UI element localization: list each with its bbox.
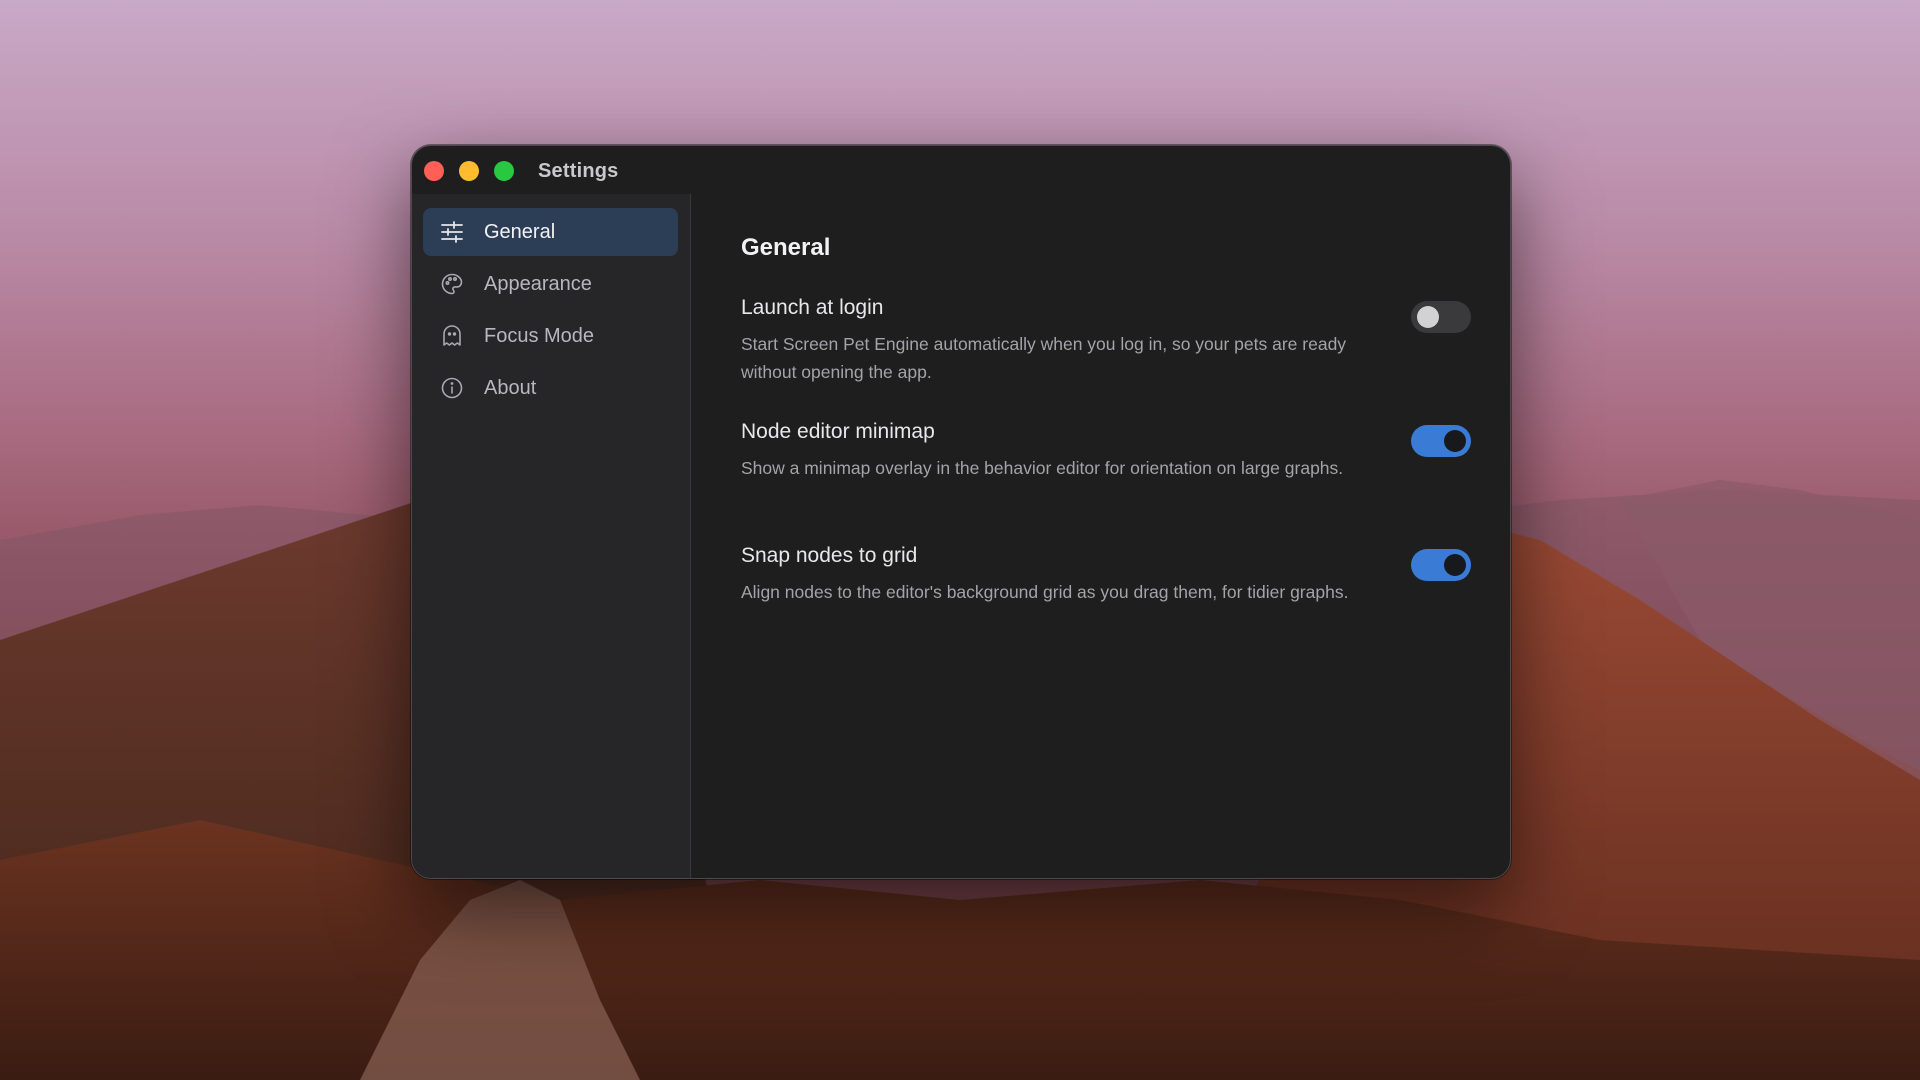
- toggle-knob: [1417, 306, 1439, 328]
- settings-content: General Launch at login Start Screen Pet…: [691, 194, 1510, 878]
- setting-description: Show a minimap overlay in the behavior e…: [741, 458, 1344, 478]
- setting-snap-nodes-to-grid: Snap nodes to grid Align nodes to the ed…: [741, 544, 1471, 644]
- page-title: General: [741, 234, 831, 261]
- setting-description: Align nodes to the editor's background g…: [741, 582, 1349, 602]
- setting-title: Snap nodes to grid: [741, 544, 918, 567]
- setting-launch-at-login: Launch at login Start Screen Pet Engine …: [741, 296, 1471, 396]
- toggle-knob: [1444, 430, 1466, 452]
- sidebar-item-general[interactable]: General: [423, 208, 678, 256]
- sidebar-item-label: Focus Mode: [484, 325, 595, 347]
- title-bar[interactable]: Settings: [412, 146, 1510, 194]
- sidebar: General Appearance Focus Mode About: [412, 194, 691, 878]
- info-icon: [441, 377, 463, 399]
- setting-title: Node editor minimap: [741, 420, 935, 443]
- desktop-wallpaper: Settings General Appearance Focus Mode A…: [0, 0, 1920, 1080]
- launch-at-login-toggle[interactable]: [1411, 301, 1471, 333]
- setting-description: Start Screen Pet Engine automatically wh…: [741, 334, 1347, 382]
- close-button[interactable]: [424, 161, 444, 181]
- toggle-knob: [1444, 554, 1466, 576]
- sidebar-item-focus-mode[interactable]: Focus Mode: [423, 312, 678, 360]
- zoom-button[interactable]: [494, 161, 514, 181]
- ghost-icon: [443, 325, 461, 346]
- setting-node-editor-minimap: Node editor minimap Show a minimap overl…: [741, 420, 1471, 520]
- settings-window: Settings General Appearance Focus Mode A…: [411, 145, 1511, 879]
- sidebar-item-appearance[interactable]: Appearance: [423, 260, 678, 308]
- sidebar-item-label: Appearance: [484, 273, 592, 295]
- sliders-icon: [441, 221, 463, 243]
- snap-nodes-to-grid-toggle[interactable]: [1411, 549, 1471, 581]
- sidebar-item-label: About: [484, 377, 537, 399]
- sidebar-item-label: General: [484, 221, 556, 243]
- palette-icon: [441, 273, 463, 295]
- setting-title: Launch at login: [741, 296, 884, 319]
- window-title: Settings: [538, 160, 619, 182]
- sidebar-item-about[interactable]: About: [423, 364, 678, 412]
- minimize-button[interactable]: [459, 161, 479, 181]
- node-editor-minimap-toggle[interactable]: [1411, 425, 1471, 457]
